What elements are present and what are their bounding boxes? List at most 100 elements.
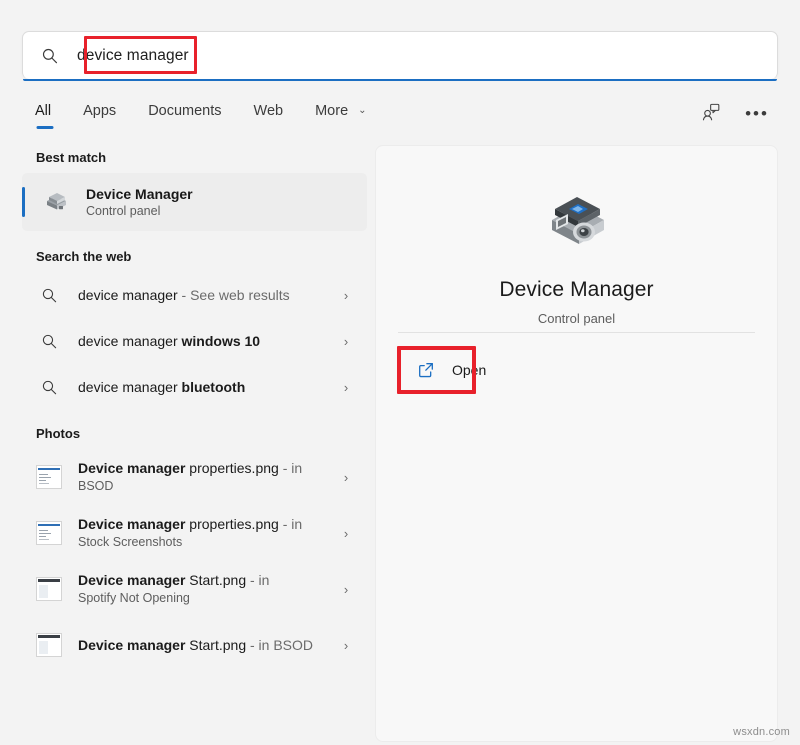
chevron-right-icon[interactable]: › — [335, 638, 357, 653]
web-result-query: device manager — [78, 379, 182, 395]
device-manager-icon — [40, 186, 72, 218]
photo-result-row[interactable]: Device manager properties.png - in Stock… — [22, 505, 367, 561]
search-icon — [36, 328, 62, 354]
results-list-column: Best match Device Manager Control panel — [22, 140, 367, 673]
chevron-right-icon[interactable]: › — [335, 470, 357, 485]
photo-name-rest: Start.png — [185, 637, 246, 653]
photo-location-prefix: - in — [279, 460, 302, 476]
more-options-button[interactable]: ••• — [742, 99, 772, 129]
open-external-icon — [414, 358, 438, 382]
tab-documents-label: Documents — [148, 103, 221, 119]
tab-web-label: Web — [254, 103, 284, 119]
open-action-button[interactable]: Open — [404, 351, 504, 389]
photo-location: BSOD — [78, 479, 335, 494]
open-action-label: Open — [452, 362, 486, 378]
detail-subtitle: Control panel — [538, 311, 615, 326]
web-result-query: device manager — [78, 333, 182, 349]
web-result-row[interactable]: device manager bluetooth › — [22, 364, 367, 410]
best-match-texts: Device Manager Control panel — [86, 186, 193, 218]
photo-result-line: Device manager properties.png - in — [78, 516, 335, 533]
feedback-button[interactable] — [696, 99, 726, 129]
tab-apps-label: Apps — [83, 103, 116, 119]
web-result-text: device manager bluetooth — [78, 379, 335, 396]
web-result-bold: windows 10 — [182, 333, 261, 349]
tab-bar-actions: ••• — [696, 99, 778, 129]
tab-more-label: More — [315, 103, 348, 119]
best-match-result[interactable]: Device Manager Control panel — [22, 173, 367, 231]
tab-more[interactable]: More ⌄ — [299, 99, 382, 129]
web-result-row[interactable]: device manager windows 10 › — [22, 318, 367, 364]
web-result-text: device manager windows 10 — [78, 333, 335, 350]
thumbnail-image — [36, 633, 62, 657]
photo-thumbnail-icon — [36, 464, 62, 490]
photo-name-rest: properties.png — [185, 516, 278, 532]
chevron-right-icon[interactable]: › — [335, 334, 357, 349]
chevron-right-icon[interactable]: › — [335, 582, 357, 597]
photo-name-bold: Device manager — [78, 637, 185, 653]
web-result-line: device manager windows 10 — [78, 333, 335, 350]
filter-tabs: All Apps Documents Web More ⌄ — [22, 99, 383, 129]
thumbnail-image — [36, 521, 62, 545]
photo-result-line: Device manager Start.png - in BSOD — [78, 637, 335, 654]
photo-location-prefix: - in — [246, 572, 269, 588]
tab-all-label: All — [35, 103, 51, 119]
tab-all[interactable]: All — [22, 99, 67, 129]
photo-result-line: Device manager Start.png - in — [78, 572, 335, 589]
photo-result-row[interactable]: Device manager properties.png - in BSOD … — [22, 449, 367, 505]
section-heading-search-the-web: Search the web — [22, 231, 367, 272]
thumbnail-image — [36, 577, 62, 601]
filter-tab-bar: All Apps Documents Web More ⌄ — [22, 94, 778, 134]
photo-name-bold: Device manager — [78, 572, 185, 588]
web-result-suffix: - See web results — [178, 287, 290, 303]
web-result-line: device manager - See web results — [78, 287, 335, 304]
photo-name-bold: Device manager — [78, 516, 185, 532]
photo-result-row[interactable]: Device manager Start.png - in Spotify No… — [22, 561, 367, 617]
photo-thumbnail-icon — [36, 520, 62, 546]
chevron-down-icon: ⌄ — [358, 105, 366, 116]
photo-result-line: Device manager properties.png - in — [78, 460, 335, 477]
search-results-area: Best match Device Manager Control panel — [0, 140, 800, 745]
search-input[interactable]: device manager — [71, 44, 195, 68]
photo-location-prefix: - in — [279, 516, 302, 532]
thumbnail-image — [36, 465, 62, 489]
tab-apps[interactable]: Apps — [67, 99, 132, 129]
web-result-text: device manager - See web results — [78, 287, 335, 304]
chevron-right-icon[interactable]: › — [335, 526, 357, 541]
search-bar-container: device manager — [22, 31, 778, 79]
photo-name-rest: Start.png — [185, 572, 246, 588]
chevron-right-icon[interactable]: › — [335, 288, 357, 303]
photo-name-bold: Device manager — [78, 460, 185, 476]
best-match-title: Device Manager — [86, 186, 193, 202]
tab-documents[interactable]: Documents — [132, 99, 237, 129]
photo-result-text: Device manager Start.png - in BSOD — [78, 637, 335, 654]
chevron-right-icon[interactable]: › — [335, 380, 357, 395]
detail-divider — [398, 332, 755, 333]
best-match-subtitle: Control panel — [86, 204, 193, 218]
search-box[interactable]: device manager — [22, 31, 778, 79]
ellipsis-icon: ••• — [745, 109, 769, 119]
web-result-line: device manager bluetooth — [78, 379, 335, 396]
section-heading-best-match: Best match — [22, 140, 367, 173]
photo-result-row[interactable]: Device manager Start.png - in BSOD › — [22, 617, 367, 673]
photo-result-text: Device manager properties.png - in BSOD — [78, 460, 335, 494]
detail-title: Device Manager — [499, 278, 653, 302]
search-input-wrapper[interactable]: device manager — [71, 32, 777, 79]
section-heading-photos: Photos — [22, 410, 367, 449]
photo-location: Spotify Not Opening — [78, 591, 335, 606]
detail-header: Device Manager Control panel — [376, 146, 777, 326]
web-result-query: device manager — [78, 287, 178, 303]
search-icon — [37, 43, 63, 69]
web-result-bold: bluetooth — [182, 379, 246, 395]
photo-thumbnail-icon — [36, 576, 62, 602]
detail-preview-panel: Device Manager Control panel Open — [375, 145, 778, 742]
photo-result-text: Device manager Start.png - in Spotify No… — [78, 572, 335, 606]
feedback-person-icon — [701, 102, 721, 127]
tab-web[interactable]: Web — [238, 99, 300, 129]
search-icon — [36, 282, 62, 308]
web-result-row[interactable]: device manager - See web results › — [22, 272, 367, 318]
device-manager-icon — [538, 186, 616, 256]
photo-location-prefix: - in BSOD — [246, 637, 313, 653]
photo-thumbnail-icon — [36, 632, 62, 658]
search-icon — [36, 374, 62, 400]
photo-result-text: Device manager properties.png - in Stock… — [78, 516, 335, 550]
